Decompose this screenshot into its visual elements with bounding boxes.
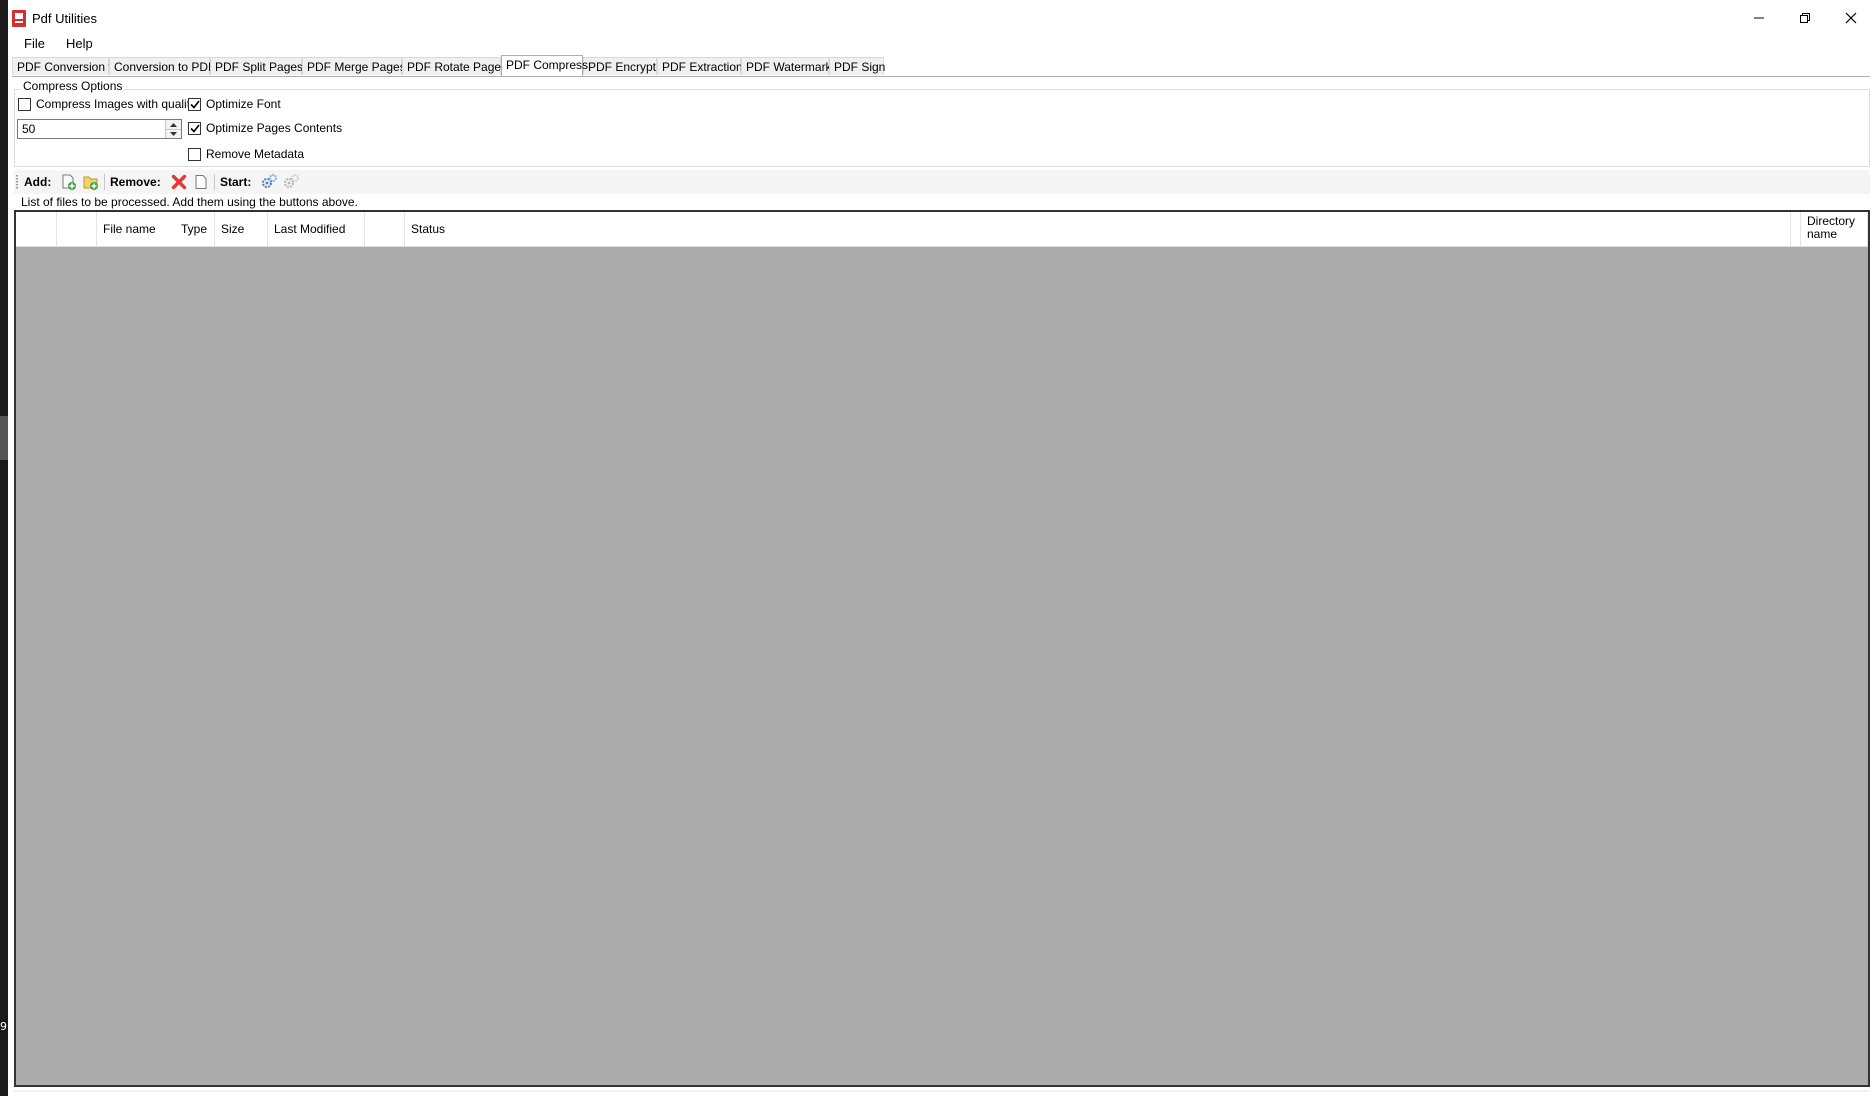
tab-pdf-rotate-pages[interactable]: PDF Rotate Pages	[402, 57, 507, 75]
gears-icon	[261, 174, 277, 189]
column-header-last-modified[interactable]: Last Modified	[268, 212, 365, 246]
tab-pdf-merge-pages[interactable]: PDF Merge Pages	[302, 57, 406, 75]
checkbox-box[interactable]	[188, 97, 201, 111]
column-header-status[interactable]: Status	[405, 212, 1791, 246]
red-x-icon	[171, 174, 187, 190]
blank-page-icon	[195, 175, 207, 189]
remove-metadata-checkbox[interactable]: Remove Metadata	[188, 147, 304, 161]
toolbar-separator	[104, 174, 105, 190]
optimize-font-checkbox[interactable]: Optimize Font	[188, 97, 281, 111]
column-header-blank[interactable]	[365, 212, 405, 246]
column-label: Status	[411, 222, 446, 236]
quality-value[interactable]: 50	[22, 122, 35, 136]
remove-all-button[interactable]	[192, 173, 210, 191]
checkbox-box[interactable]	[188, 121, 201, 135]
remove-selected-button[interactable]	[170, 173, 188, 191]
add-label: Add:	[24, 175, 52, 189]
menu-file[interactable]: File	[18, 35, 51, 53]
column-label: File name	[103, 222, 156, 236]
tab-strip: PDF Conversion to Conversion to PDF PDF …	[8, 55, 1874, 77]
tab-pdf-conversion-to[interactable]: PDF Conversion to	[12, 57, 118, 75]
tab-conversion-to-pdf[interactable]: Conversion to PDF	[109, 57, 215, 75]
compress-images-checkbox[interactable]: Compress Images with quality	[18, 97, 196, 111]
tab-pdf-compress[interactable]: PDF Compress	[501, 55, 588, 76]
arrow-up-icon	[170, 122, 177, 127]
optimize-pages-checkbox[interactable]: Optimize Pages Contents	[188, 121, 342, 135]
add-file-button[interactable]	[60, 173, 78, 191]
minimize-button[interactable]	[1736, 0, 1782, 36]
file-list[interactable]: File name Type Size Last Modified Status…	[14, 210, 1870, 1087]
pdf-app-icon	[12, 10, 28, 27]
file-toolbar: Add: Remove: Start:	[14, 170, 1870, 194]
minimize-icon	[1754, 17, 1764, 19]
tab-pdf-sign[interactable]: PDF Sign	[829, 57, 885, 75]
column-header-icon[interactable]	[57, 212, 97, 246]
file-list-header: File name Type Size Last Modified Status…	[16, 212, 1868, 247]
add-folder-button[interactable]	[82, 173, 100, 191]
optimize-pages-label: Optimize Pages Contents	[206, 121, 343, 135]
close-button[interactable]	[1828, 0, 1874, 36]
remove-metadata-label: Remove Metadata	[206, 147, 305, 161]
menu-bar: File Help	[8, 32, 1874, 54]
restore-icon	[1800, 13, 1810, 23]
window-title: Pdf Utilities	[32, 11, 98, 26]
toolbar-grip[interactable]	[16, 175, 18, 189]
tab-pdf-extraction[interactable]: PDF Extraction	[657, 57, 743, 75]
menu-help[interactable]: Help	[60, 35, 99, 53]
remove-label: Remove:	[110, 175, 161, 189]
check-icon	[189, 124, 200, 133]
spinner-buttons	[165, 120, 181, 138]
left-strip-thumb	[0, 416, 8, 460]
gears-disabled-icon	[283, 174, 299, 189]
compress-options-title: Compress Options	[20, 79, 126, 93]
toolbar-separator	[214, 174, 215, 190]
title-bar: Pdf Utilities	[8, 0, 1874, 36]
add-file-icon	[62, 174, 76, 190]
column-label: Directory name	[1807, 214, 1856, 241]
left-screen-strip: 9	[0, 0, 8, 1096]
arrow-down-icon	[170, 131, 177, 136]
optimize-font-label: Optimize Font	[206, 97, 281, 111]
column-label: Type	[181, 222, 208, 236]
checkbox-box[interactable]	[18, 97, 31, 111]
column-header-checkbox[interactable]	[16, 212, 57, 246]
column-header-directory-name[interactable]: Directory name	[1801, 212, 1868, 246]
restore-button[interactable]	[1782, 0, 1828, 36]
tab-body-border	[12, 76, 1870, 77]
left-strip-digit: 9	[0, 1020, 7, 1033]
compress-images-label: Compress Images with quality	[36, 97, 197, 111]
status-strip	[14, 1090, 1870, 1092]
close-icon	[1845, 12, 1857, 24]
add-folder-icon	[83, 176, 98, 190]
start-label: Start:	[220, 175, 252, 189]
column-label: Size	[221, 222, 245, 236]
tab-pdf-split-pages[interactable]: PDF Split Pages	[210, 57, 303, 75]
checkbox-box[interactable]	[188, 147, 201, 161]
column-header-type[interactable]: Type	[175, 212, 215, 246]
quality-spinner[interactable]: 50	[17, 119, 182, 139]
check-icon	[189, 100, 200, 109]
tab-pdf-encrypt[interactable]: PDF Encrypt	[583, 57, 657, 75]
app-window: Pdf Utilities File Help PDF Conversion t…	[8, 0, 1874, 1096]
column-label: Last Modified	[274, 222, 346, 236]
start-processing-button[interactable]	[260, 173, 278, 191]
file-list-hint: List of files to be processed. Add them …	[21, 195, 358, 209]
column-header-spacer[interactable]	[1791, 212, 1801, 246]
tab-pdf-watermark[interactable]: PDF Watermark	[741, 57, 832, 75]
spinner-down-button[interactable]	[166, 129, 181, 138]
column-header-size[interactable]: Size	[215, 212, 268, 246]
stop-processing-button[interactable]	[282, 173, 300, 191]
